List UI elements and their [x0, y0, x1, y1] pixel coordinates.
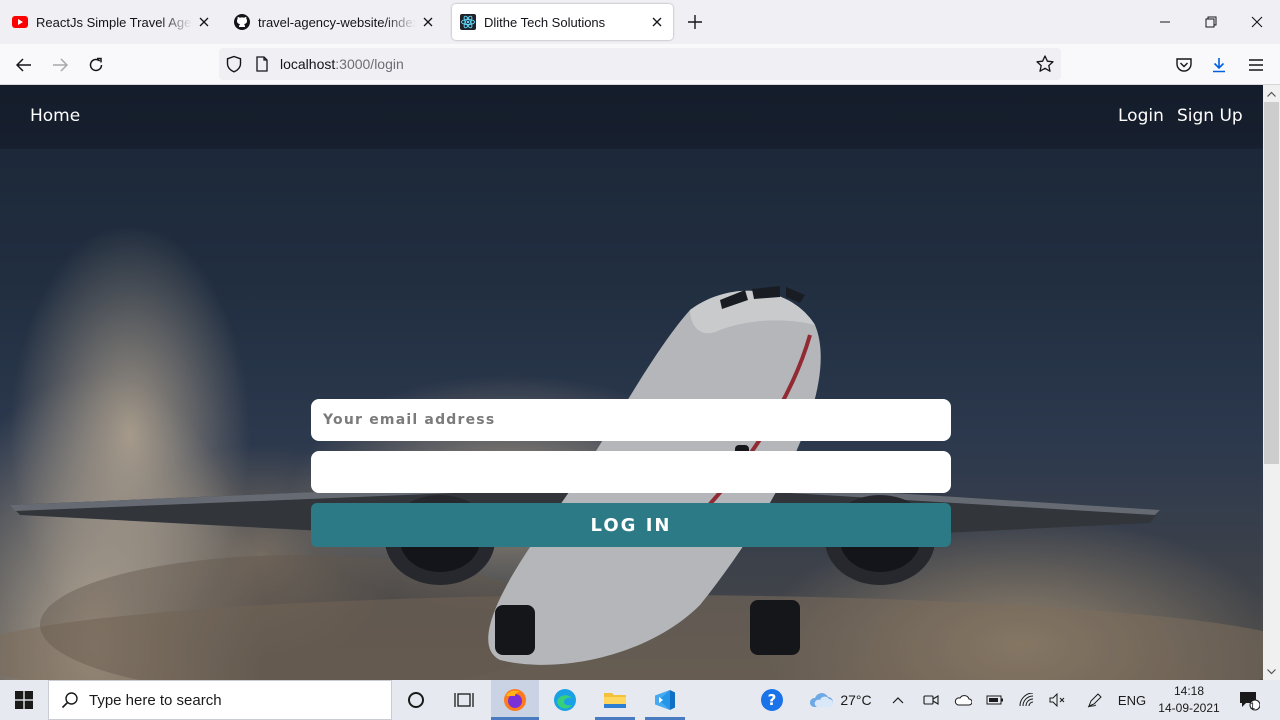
network-button[interactable]	[1016, 680, 1038, 720]
site-navbar: Home Login Sign Up	[0, 85, 1263, 149]
background-overlay	[0, 85, 1263, 680]
close-tab-icon[interactable]	[420, 14, 436, 30]
chevron-up-icon	[892, 697, 904, 704]
svg-text:?: ?	[768, 691, 777, 709]
scrollbar-thumb[interactable]	[1264, 102, 1279, 464]
clock-date: 14-09-2021	[1158, 701, 1220, 715]
tab-github[interactable]: travel-agency-website/index.css	[226, 4, 444, 40]
clock-time: 14:18	[1173, 684, 1205, 698]
tab-dlithe[interactable]: Dlithe Tech Solutions	[452, 4, 673, 40]
page-info-icon[interactable]	[254, 56, 270, 72]
reload-button[interactable]	[83, 52, 109, 78]
downloads-button[interactable]	[1206, 52, 1232, 78]
tab-youtube[interactable]: ReactJs Simple Travel Agency La	[4, 4, 220, 40]
cortana-button[interactable]	[396, 680, 436, 720]
scroll-up-arrow-icon[interactable]	[1263, 85, 1280, 102]
notification-count: 1	[1250, 701, 1256, 711]
email-input[interactable]	[311, 399, 951, 441]
edge-icon	[554, 689, 576, 711]
address-bar[interactable]: localhost:3000/login	[219, 48, 1061, 80]
notification-icon	[1240, 692, 1260, 711]
restore-button[interactable]	[1197, 8, 1225, 36]
url-path: :3000/login	[335, 56, 404, 72]
new-tab-button[interactable]	[683, 10, 707, 34]
tab-strip: ReactJs Simple Travel Agency La travel-a…	[0, 0, 1280, 44]
github-icon	[234, 14, 250, 30]
help-question-icon: ?	[761, 689, 783, 711]
page-content: Home Login Sign Up LOG IN	[0, 85, 1263, 680]
react-icon	[460, 14, 476, 30]
vscode-icon	[655, 690, 675, 710]
nav-link-signup[interactable]: Sign Up	[1177, 106, 1243, 126]
cortana-circle-icon	[408, 692, 424, 708]
back-button[interactable]	[11, 52, 37, 78]
nav-link-home[interactable]: Home	[30, 106, 80, 126]
tab-title: Dlithe Tech Solutions	[484, 14, 606, 30]
url-host: localhost	[280, 56, 336, 72]
forward-button[interactable]	[47, 52, 73, 78]
get-help-button[interactable]: ?	[756, 680, 788, 720]
cloud-weather-icon	[810, 693, 834, 707]
battery-button[interactable]	[984, 680, 1006, 720]
input-language-button[interactable]: ENG	[1114, 680, 1150, 720]
folder-icon	[604, 693, 626, 708]
meet-now-button[interactable]	[920, 680, 942, 720]
firefox-icon	[504, 689, 526, 711]
pen-icon	[1087, 693, 1102, 708]
search-icon	[61, 692, 78, 709]
close-tab-icon[interactable]	[196, 14, 212, 30]
bookmark-star-icon[interactable]	[1035, 54, 1055, 74]
taskbar-edge[interactable]	[541, 680, 589, 720]
weather-temperature: 27°C	[840, 692, 872, 708]
pocket-button[interactable]	[1171, 52, 1197, 78]
tab-title: ReactJs Simple Travel Agency La	[36, 14, 192, 30]
language-indicator: ENG	[1117, 692, 1147, 708]
meet-now-icon	[923, 695, 939, 705]
windows-taskbar: Type here to search ? 27°C ENG 14:18 14-…	[0, 680, 1280, 720]
volume-button[interactable]	[1046, 680, 1068, 720]
onedrive-cloud-icon	[954, 695, 972, 706]
minimize-button[interactable]	[1151, 8, 1179, 36]
scroll-down-arrow-icon[interactable]	[1263, 663, 1280, 680]
navigation-toolbar: localhost:3000/login	[0, 44, 1280, 85]
pen-workspace-button[interactable]	[1084, 680, 1106, 720]
password-input[interactable]	[311, 451, 951, 493]
speaker-muted-icon	[1049, 693, 1065, 707]
tracking-protection-icon[interactable]	[225, 55, 243, 73]
menu-button[interactable]	[1243, 52, 1269, 78]
taskbar-search-placeholder: Type here to search	[89, 691, 222, 709]
close-tab-icon[interactable]	[649, 14, 665, 30]
action-center-button[interactable]: 1	[1234, 680, 1264, 720]
battery-icon	[986, 695, 1003, 705]
nav-link-login[interactable]: Login	[1118, 106, 1164, 126]
taskbar-file-explorer[interactable]	[591, 680, 639, 720]
task-view-icon	[454, 693, 474, 707]
wifi-icon	[1019, 693, 1034, 707]
login-button[interactable]: LOG IN	[311, 503, 951, 547]
page-scrollbar[interactable]	[1263, 85, 1280, 680]
start-button[interactable]	[0, 680, 48, 720]
system-clock[interactable]: 14:18 14-09-2021	[1152, 683, 1226, 717]
url-text[interactable]: localhost:3000/login	[280, 56, 404, 72]
youtube-icon	[12, 14, 28, 30]
windows-logo-icon	[15, 691, 33, 709]
show-hidden-icons-button[interactable]	[888, 680, 908, 720]
taskbar-firefox[interactable]	[491, 680, 539, 720]
close-window-button[interactable]	[1243, 8, 1271, 36]
tab-title: travel-agency-website/index.css	[258, 14, 416, 30]
taskbar-vscode[interactable]	[641, 680, 689, 720]
onedrive-button[interactable]	[952, 680, 974, 720]
taskbar-search-box[interactable]: Type here to search	[48, 680, 392, 720]
weather-widget[interactable]: 27°C	[806, 680, 874, 720]
task-view-button[interactable]	[444, 680, 484, 720]
